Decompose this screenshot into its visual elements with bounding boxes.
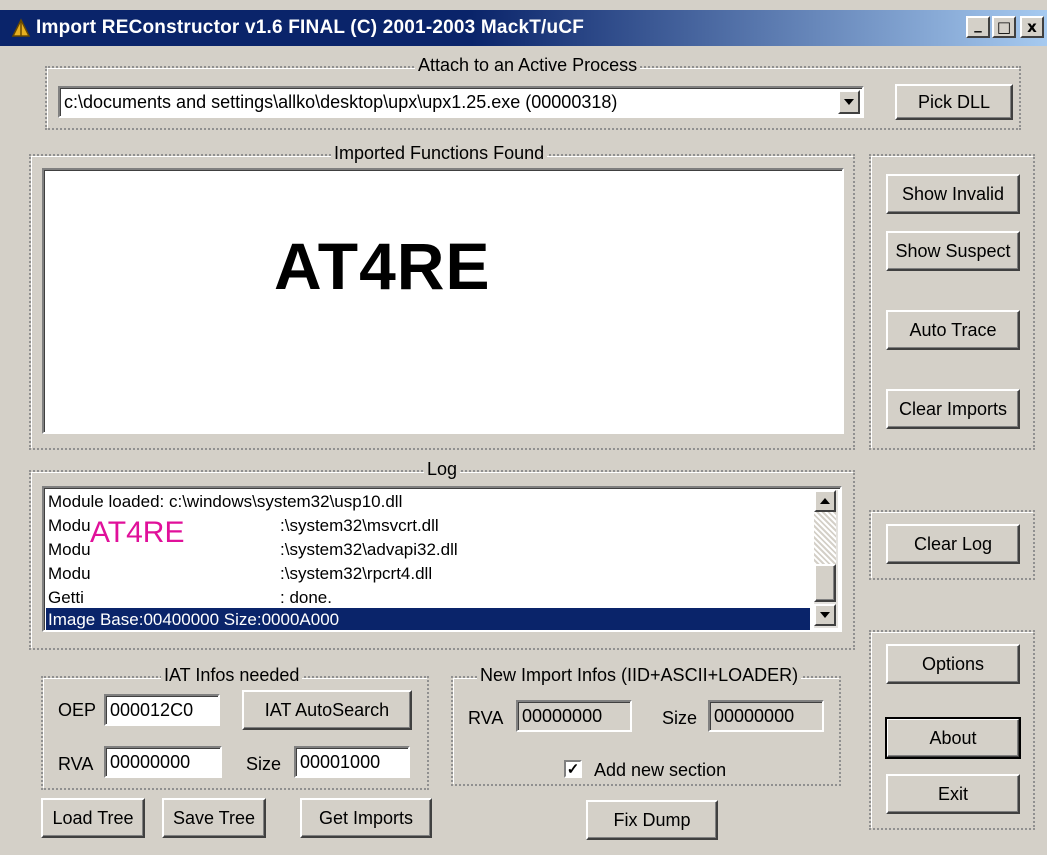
new-size-label: Size (662, 708, 698, 728)
process-combobox[interactable]: c:\documents and settings\allko\desktop\… (58, 86, 864, 118)
log-list[interactable]: Module loaded: c:\windows\system32\usp10… (42, 486, 842, 632)
log-line: :\system32\msvcrt.dll (280, 516, 439, 535)
scroll-down-button[interactable] (814, 604, 836, 626)
show-invalid-button[interactable]: Show Invalid (886, 174, 1020, 214)
get-imports-button[interactable]: Get Imports (300, 798, 432, 838)
iat-autosearch-button[interactable]: IAT AutoSearch (242, 690, 412, 730)
new-rva-label: RVA (468, 708, 504, 728)
scroll-up-button[interactable] (814, 490, 836, 512)
arrow-up-icon (820, 498, 830, 504)
process-value: c:\documents and settings\allko\desktop\… (64, 92, 618, 112)
imports-watermark: AT4RE (274, 229, 491, 303)
oep-label: OEP (58, 700, 97, 720)
new-import-group-label: New Import Infos (IID+ASCII+LOADER) (477, 665, 802, 686)
iat-group-label: IAT Infos needed (161, 665, 303, 686)
fix-dump-button[interactable]: Fix Dump (586, 800, 718, 840)
log-line: Getti (48, 588, 84, 607)
log-watermark: AT4RE (90, 516, 185, 549)
arrow-down-icon (820, 612, 830, 618)
new-rva-input: 00000000 (516, 700, 632, 732)
log-line: :\system32\advapi32.dll (280, 540, 458, 559)
close-icon: x (1027, 17, 1037, 36)
log-line: : done. (280, 588, 332, 607)
attach-group-label: Attach to an Active Process (415, 55, 641, 76)
maximize-button[interactable]: □ (992, 16, 1016, 38)
clear-imports-button[interactable]: Clear Imports (886, 389, 1020, 429)
maximize-icon: □ (996, 17, 1012, 36)
log-line: Modu (48, 516, 91, 535)
iat-size-input[interactable]: 00001000 (294, 746, 410, 778)
log-group-label: Log (424, 459, 461, 480)
clear-log-button[interactable]: Clear Log (886, 524, 1020, 564)
auto-trace-button[interactable]: Auto Trace (886, 310, 1020, 350)
save-tree-button[interactable]: Save Tree (162, 798, 266, 838)
log-line-selected[interactable]: Image Base:00400000 Size:0000A000 (46, 608, 810, 630)
load-tree-button[interactable]: Load Tree (41, 798, 145, 838)
new-size-input: 00000000 (708, 700, 824, 732)
iat-rva-input[interactable]: 00000000 (104, 746, 222, 778)
title-bar[interactable]: Import REConstructor v1.6 FINAL (C) 2001… (0, 10, 1047, 46)
checkmark-icon: ✓ (566, 760, 580, 778)
oep-input[interactable]: 000012C0 (104, 694, 220, 726)
options-button[interactable]: Options (886, 644, 1020, 684)
add-section-checkbox[interactable]: ✓ (564, 760, 582, 778)
chevron-down-icon (844, 99, 854, 105)
minimize-button[interactable]: _ (966, 16, 990, 38)
log-line: Module loaded: c:\windows\system32\usp10… (48, 492, 403, 511)
imports-tree[interactable]: AT4RE (42, 168, 844, 434)
add-section-label: Add new section (594, 760, 727, 780)
scroll-thumb[interactable] (814, 564, 836, 602)
exit-button[interactable]: Exit (886, 774, 1020, 814)
about-button[interactable]: About (885, 717, 1021, 759)
show-suspect-button[interactable]: Show Suspect (886, 231, 1020, 271)
imports-group-label: Imported Functions Found (331, 143, 548, 164)
pick-dll-button[interactable]: Pick DLL (895, 84, 1013, 120)
close-button[interactable]: x (1020, 16, 1044, 38)
iat-size-label: Size (246, 754, 282, 774)
app-icon (11, 18, 31, 37)
combo-dropdown-button[interactable] (838, 90, 860, 114)
window-title: Import REConstructor v1.6 FINAL (C) 2001… (36, 17, 585, 38)
log-scrollbar[interactable] (814, 490, 838, 628)
iat-rva-label: RVA (58, 754, 94, 774)
minimize-icon: _ (974, 14, 982, 33)
scroll-track[interactable] (814, 512, 836, 564)
log-line: :\system32\rpcrt4.dll (280, 564, 433, 583)
log-line: Modu (48, 540, 91, 559)
log-line: Modu (48, 564, 91, 583)
